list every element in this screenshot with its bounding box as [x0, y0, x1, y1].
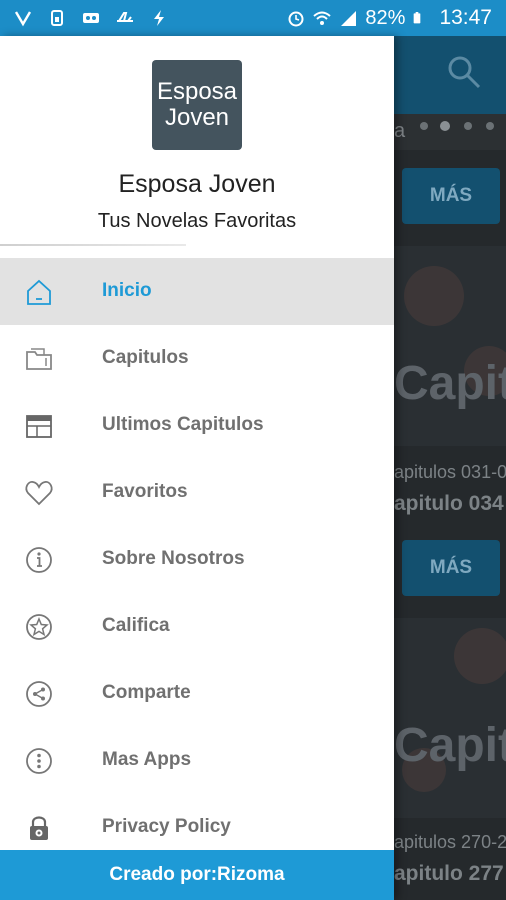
background-app: a MÁS Capitulo apitulos 031-0 apitulo 03…: [394, 36, 506, 900]
battery-icon: [414, 12, 421, 24]
app-subtitle: Tus Novelas Favoritas: [97, 210, 297, 232]
card-line: apitulos 031-0: [394, 462, 506, 482]
wifi-icon: [313, 11, 332, 25]
status-bar: 82% 13:47: [0, 0, 506, 36]
pager-dot: [440, 121, 450, 131]
home-icon: [27, 279, 51, 305]
pager-dot: [420, 122, 428, 130]
alarm-icon: [288, 11, 304, 27]
menu-label: Ultimos Capitulos: [102, 414, 264, 435]
menu-label: Privacy Policy: [102, 816, 231, 837]
calendar-icon: [26, 415, 52, 438]
banner-shape: [454, 628, 506, 684]
menu-label: Favoritos: [102, 481, 188, 502]
navigation-drawer: Esposa Joven Esposa Joven Tus Novelas Fa…: [0, 36, 394, 900]
voicemail-icon: [83, 13, 99, 23]
background-card: MÁS Capitulo apitulos 031-0 apitulo 034: [394, 150, 506, 522]
menu-item-mas-apps[interactable]: Mas Apps: [0, 727, 394, 794]
menu-item-capitulos[interactable]: Capitulos: [0, 325, 394, 392]
menu-label: Califica: [102, 615, 170, 636]
info-icon: [26, 547, 52, 573]
card-line: apitulos 270-2: [394, 832, 506, 852]
volte-icon: [14, 11, 32, 27]
banner-shape: [404, 266, 464, 326]
lock-icon: [30, 816, 48, 840]
menu-label: Inicio: [102, 280, 152, 301]
card-line: apitulo 277: [394, 862, 504, 885]
card-line: apitulo 034: [394, 492, 504, 515]
more-button[interactable]: MÁS: [402, 168, 500, 224]
pager-dot: [486, 122, 494, 130]
background-toolbar: [394, 36, 506, 114]
more-icon: [26, 748, 52, 774]
menu-label: Mas Apps: [102, 749, 192, 770]
more-button[interactable]: MÁS: [402, 540, 500, 596]
search-icon[interactable]: [446, 54, 482, 90]
divider: [0, 244, 186, 246]
menu-label: Capitulos: [102, 347, 189, 368]
star-icon: [26, 614, 52, 640]
logo-line-2: Joven: [164, 104, 230, 131]
folder-icon: [26, 348, 52, 370]
strip-text: a: [394, 120, 406, 142]
heart-icon: [25, 481, 53, 506]
menu-item-favoritos[interactable]: Favoritos: [0, 459, 394, 526]
banner-text: Capitulo: [394, 357, 506, 410]
sim-icon: [51, 10, 63, 26]
background-card: MÁS Capitulo apitulos 270-2 apitulo 277: [394, 522, 506, 900]
menu-label: Comparte: [102, 682, 191, 703]
app-logo: Esposa Joven: [152, 60, 242, 150]
logo-line-1: Esposa: [156, 78, 238, 105]
share-icon: [26, 681, 52, 707]
banner-image: Capitulo: [394, 618, 506, 818]
menu-item-inicio[interactable]: Inicio: [0, 258, 394, 325]
airplane-icon: [117, 12, 133, 22]
menu-item-califica[interactable]: Califica: [0, 593, 394, 660]
signal-icon: [341, 11, 357, 26]
drawer-footer: Creado por:Rizoma: [0, 850, 394, 900]
menu-item-ultimos-capitulos[interactable]: Ultimos Capitulos: [0, 392, 394, 459]
charging-icon: [154, 10, 164, 26]
menu-label: Sobre Nosotros: [102, 548, 245, 569]
banner-text: Capitulo: [394, 719, 506, 772]
clock: 13:47: [439, 6, 492, 29]
battery-percent: 82%: [365, 6, 406, 29]
app-name: Esposa Joven: [118, 170, 276, 198]
menu-item-comparte[interactable]: Comparte: [0, 660, 394, 727]
banner-image: Capitulo: [394, 246, 506, 446]
pager-dot: [464, 122, 472, 130]
background-strip: a: [394, 114, 506, 150]
menu-item-sobre-nosotros[interactable]: Sobre Nosotros: [0, 526, 394, 593]
